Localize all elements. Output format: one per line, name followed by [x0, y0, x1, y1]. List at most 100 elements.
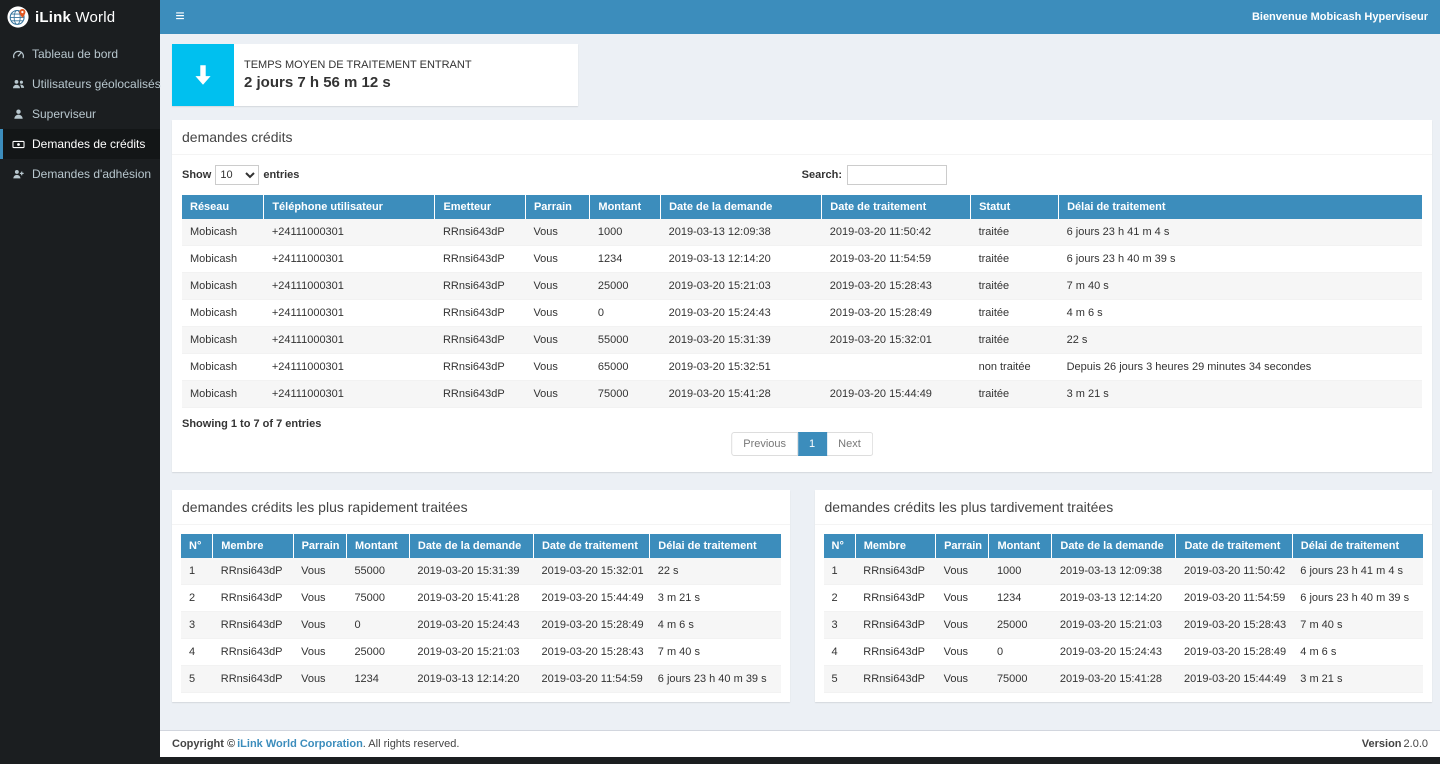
table-cell: traitée	[971, 300, 1059, 327]
table-cell: traitée	[971, 327, 1059, 354]
table-cell: 1234	[346, 666, 409, 693]
table-row: 4RRnsi643dPVous02019-03-20 15:24:432019-…	[824, 639, 1424, 666]
previous-page-button[interactable]: Previous	[731, 432, 798, 456]
company-link[interactable]: iLink World Corporation	[237, 738, 363, 750]
column-header[interactable]: Membre	[855, 534, 935, 558]
column-header[interactable]: Emetteur	[435, 195, 526, 219]
column-header[interactable]: Délai de traitement	[650, 534, 781, 558]
table-cell: Mobicash	[182, 381, 264, 408]
column-header[interactable]: Délai de traitement	[1059, 195, 1422, 219]
table-cell: 2019-03-13 12:14:20	[409, 666, 533, 693]
table-cell: RRnsi643dP	[435, 381, 526, 408]
table-cell: 2019-03-20 15:28:49	[822, 300, 971, 327]
slowest-processed-panel: demandes crédits les plus tardivement tr…	[815, 490, 1433, 702]
table-cell: Vous	[525, 273, 589, 300]
table-cell: 25000	[346, 639, 409, 666]
table-cell: RRnsi643dP	[855, 558, 935, 585]
column-header[interactable]: Montant	[346, 534, 409, 558]
column-header[interactable]: Parrain	[936, 534, 989, 558]
table-cell: 4	[181, 639, 213, 666]
panel-title: demandes crédits	[172, 120, 1432, 155]
version-label: Version	[1362, 738, 1402, 750]
table-cell: +24111000301	[264, 246, 435, 273]
table-cell: 4	[824, 639, 856, 666]
column-header[interactable]: Parrain	[293, 534, 346, 558]
credit-icon	[12, 138, 25, 151]
column-header[interactable]: Réseau	[182, 195, 264, 219]
table-row: 3RRnsi643dPVous02019-03-20 15:24:432019-…	[181, 612, 781, 639]
column-header[interactable]: Téléphone utilisateur	[264, 195, 435, 219]
logo[interactable]: iLink World	[0, 0, 160, 34]
table-cell: RRnsi643dP	[435, 327, 526, 354]
sidebar-toggle-button[interactable]: ≡	[160, 0, 200, 34]
next-page-button[interactable]: Next	[827, 432, 873, 456]
table-cell: 1234	[989, 585, 1052, 612]
table-row: Mobicash+24111000301RRnsi643dPVous02019-…	[182, 300, 1422, 327]
column-header[interactable]: N°	[181, 534, 213, 558]
table-cell: Vous	[936, 639, 989, 666]
sidebar-item-utilisateurs-geolocalises[interactable]: Utilisateurs géolocalisés	[0, 69, 160, 99]
column-header[interactable]: N°	[824, 534, 856, 558]
fastest-processed-panel: demandes crédits les plus rapidement tra…	[172, 490, 790, 702]
sidebar-item-label: Utilisateurs géolocalisés	[32, 77, 161, 91]
column-header[interactable]: Date de la demande	[661, 195, 822, 219]
copyright-label: Copyright ©	[172, 738, 235, 750]
column-header[interactable]: Délai de traitement	[1292, 534, 1423, 558]
table-cell: 2019-03-20 11:50:42	[1176, 558, 1292, 585]
sidebar-item-demandes-adhesion[interactable]: Demandes d'adhésion	[0, 159, 160, 189]
table-cell: +24111000301	[264, 273, 435, 300]
table-cell: 2019-03-20 11:54:59	[533, 666, 649, 693]
column-header[interactable]: Parrain	[525, 195, 589, 219]
column-header[interactable]: Date de traitement	[533, 534, 649, 558]
table-row: 1RRnsi643dPVous550002019-03-20 15:31:392…	[181, 558, 781, 585]
table-cell: 2	[181, 585, 213, 612]
table-cell: 2019-03-20 15:41:28	[409, 585, 533, 612]
table-cell: traitée	[971, 246, 1059, 273]
column-header[interactable]: Membre	[213, 534, 293, 558]
table-cell: Vous	[525, 381, 589, 408]
table-cell: 2019-03-20 15:44:49	[533, 585, 649, 612]
table-cell: RRnsi643dP	[855, 639, 935, 666]
table-cell: 2019-03-20 11:50:42	[822, 219, 971, 246]
globe-pin-logo-icon	[7, 6, 29, 28]
panel-body: N°MembreParrainMontantDate de la demande…	[815, 525, 1433, 702]
column-header[interactable]: Date de traitement	[1176, 534, 1292, 558]
table-cell: 2019-03-20 15:28:43	[1176, 612, 1292, 639]
logo-text-light: World	[71, 9, 115, 26]
table-cell: RRnsi643dP	[855, 666, 935, 693]
table-cell: 2019-03-20 15:28:43	[533, 639, 649, 666]
info-box-value: 2 jours 7 h 56 m 12 s	[244, 74, 472, 91]
info-box-title: TEMPS MOYEN DE TRAITEMENT ENTRANT	[244, 59, 472, 71]
table-cell: traitée	[971, 273, 1059, 300]
table-cell: 2019-03-13 12:09:38	[1052, 558, 1176, 585]
table-cell: 0	[346, 612, 409, 639]
table-cell: 0	[590, 300, 661, 327]
column-header[interactable]: Statut	[971, 195, 1059, 219]
table-row: 1RRnsi643dPVous10002019-03-13 12:09:3820…	[824, 558, 1424, 585]
down-arrow-icon	[172, 44, 234, 106]
table-cell: +24111000301	[264, 381, 435, 408]
welcome-user-text[interactable]: Bienvenue Mobicash Hyperviseur	[1252, 11, 1440, 23]
sidebar-item-demandes-de-credits[interactable]: Demandes de crédits	[0, 129, 160, 159]
table-cell: 55000	[590, 327, 661, 354]
column-header[interactable]: Montant	[590, 195, 661, 219]
column-header[interactable]: Montant	[989, 534, 1052, 558]
table-cell: +24111000301	[264, 327, 435, 354]
sidebar-item-tableau-de-bord[interactable]: Tableau de bord	[0, 39, 160, 69]
page-length-select[interactable]: 10	[215, 165, 259, 185]
sidebar-item-superviseur[interactable]: Superviseur	[0, 99, 160, 129]
page-1-button[interactable]: 1	[798, 432, 827, 456]
logo-text: iLink World	[35, 9, 115, 26]
column-header[interactable]: Date de traitement	[822, 195, 971, 219]
table-cell: RRnsi643dP	[435, 246, 526, 273]
table-cell: traitée	[971, 381, 1059, 408]
table-cell: Mobicash	[182, 354, 264, 381]
table-row: 2RRnsi643dPVous12342019-03-13 12:14:2020…	[824, 585, 1424, 612]
search-input[interactable]	[847, 165, 947, 185]
table-cell: 4 m 6 s	[1059, 300, 1422, 327]
column-header[interactable]: Date de la demande	[409, 534, 533, 558]
table-row: Mobicash+24111000301RRnsi643dPVous123420…	[182, 246, 1422, 273]
table-cell: 75000	[989, 666, 1052, 693]
table-cell: RRnsi643dP	[213, 612, 293, 639]
column-header[interactable]: Date de la demande	[1052, 534, 1176, 558]
